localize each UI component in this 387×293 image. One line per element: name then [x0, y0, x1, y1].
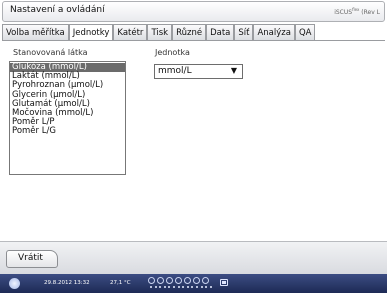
tray-dots-icon	[150, 286, 212, 290]
tray-slot-icon	[175, 277, 182, 284]
tab-7[interactable]: Analýza	[253, 24, 295, 40]
unit-label: Jednotka	[155, 48, 190, 57]
tab-3[interactable]: Tisk	[147, 24, 173, 40]
unit-select[interactable]: mmol/L ▼	[154, 64, 243, 79]
tab-6[interactable]: Síť	[234, 24, 254, 40]
tray-slot-icon	[166, 277, 173, 284]
tray-slot-icon	[193, 277, 200, 284]
unit-select-value: mmol/L	[158, 66, 192, 76]
units-panel: Stanovovaná látka Jednotka Glukóza (mmol…	[2, 40, 385, 241]
status-bar: 29.8.2012 13:32 27,1 °C	[0, 274, 387, 293]
status-datetime: 29.8.2012 13:32	[44, 280, 90, 286]
dropdown-arrow-icon: ▼	[230, 66, 237, 75]
analyte-list-item[interactable]: Poměr L/G	[10, 127, 125, 136]
back-button[interactable]: Vrátit	[6, 250, 58, 268]
analyte-list[interactable]: Glukóza (mmol/L) Laktát (mmol/L) Pyrohrozn…	[9, 61, 126, 175]
brand-name: iSCUS	[334, 9, 353, 16]
reagent-icon	[220, 279, 228, 286]
back-button-label: Vrátit	[18, 253, 43, 263]
tray-slot-icon	[184, 277, 191, 284]
tray-slot-icon	[148, 277, 155, 284]
status-temperature: 27,1 °C	[110, 280, 131, 286]
brand-logo: iSCUSflex (Rev L	[334, 7, 380, 16]
tray-slot-icon	[157, 277, 164, 284]
tab-5[interactable]: Data	[206, 24, 235, 40]
window-title: Nastavení a ovládání	[10, 5, 105, 15]
tab-2[interactable]: Katétr	[113, 24, 148, 40]
bottom-bar: Vrátit	[0, 241, 387, 274]
tab-8[interactable]: QA	[294, 24, 316, 40]
power-icon[interactable]	[9, 278, 20, 289]
brand-suffix: (Rev L	[361, 9, 380, 16]
tab-0[interactable]: Volba měřítka	[2, 24, 69, 40]
analyte-label: Stanovovaná látka	[13, 48, 88, 57]
tray-slot-icon	[202, 277, 209, 284]
brand-sup: flex	[352, 7, 360, 12]
tab-4[interactable]: Různé	[172, 24, 207, 40]
title-bar: Nastavení a ovládání iSCUSflex (Rev L	[2, 1, 385, 22]
